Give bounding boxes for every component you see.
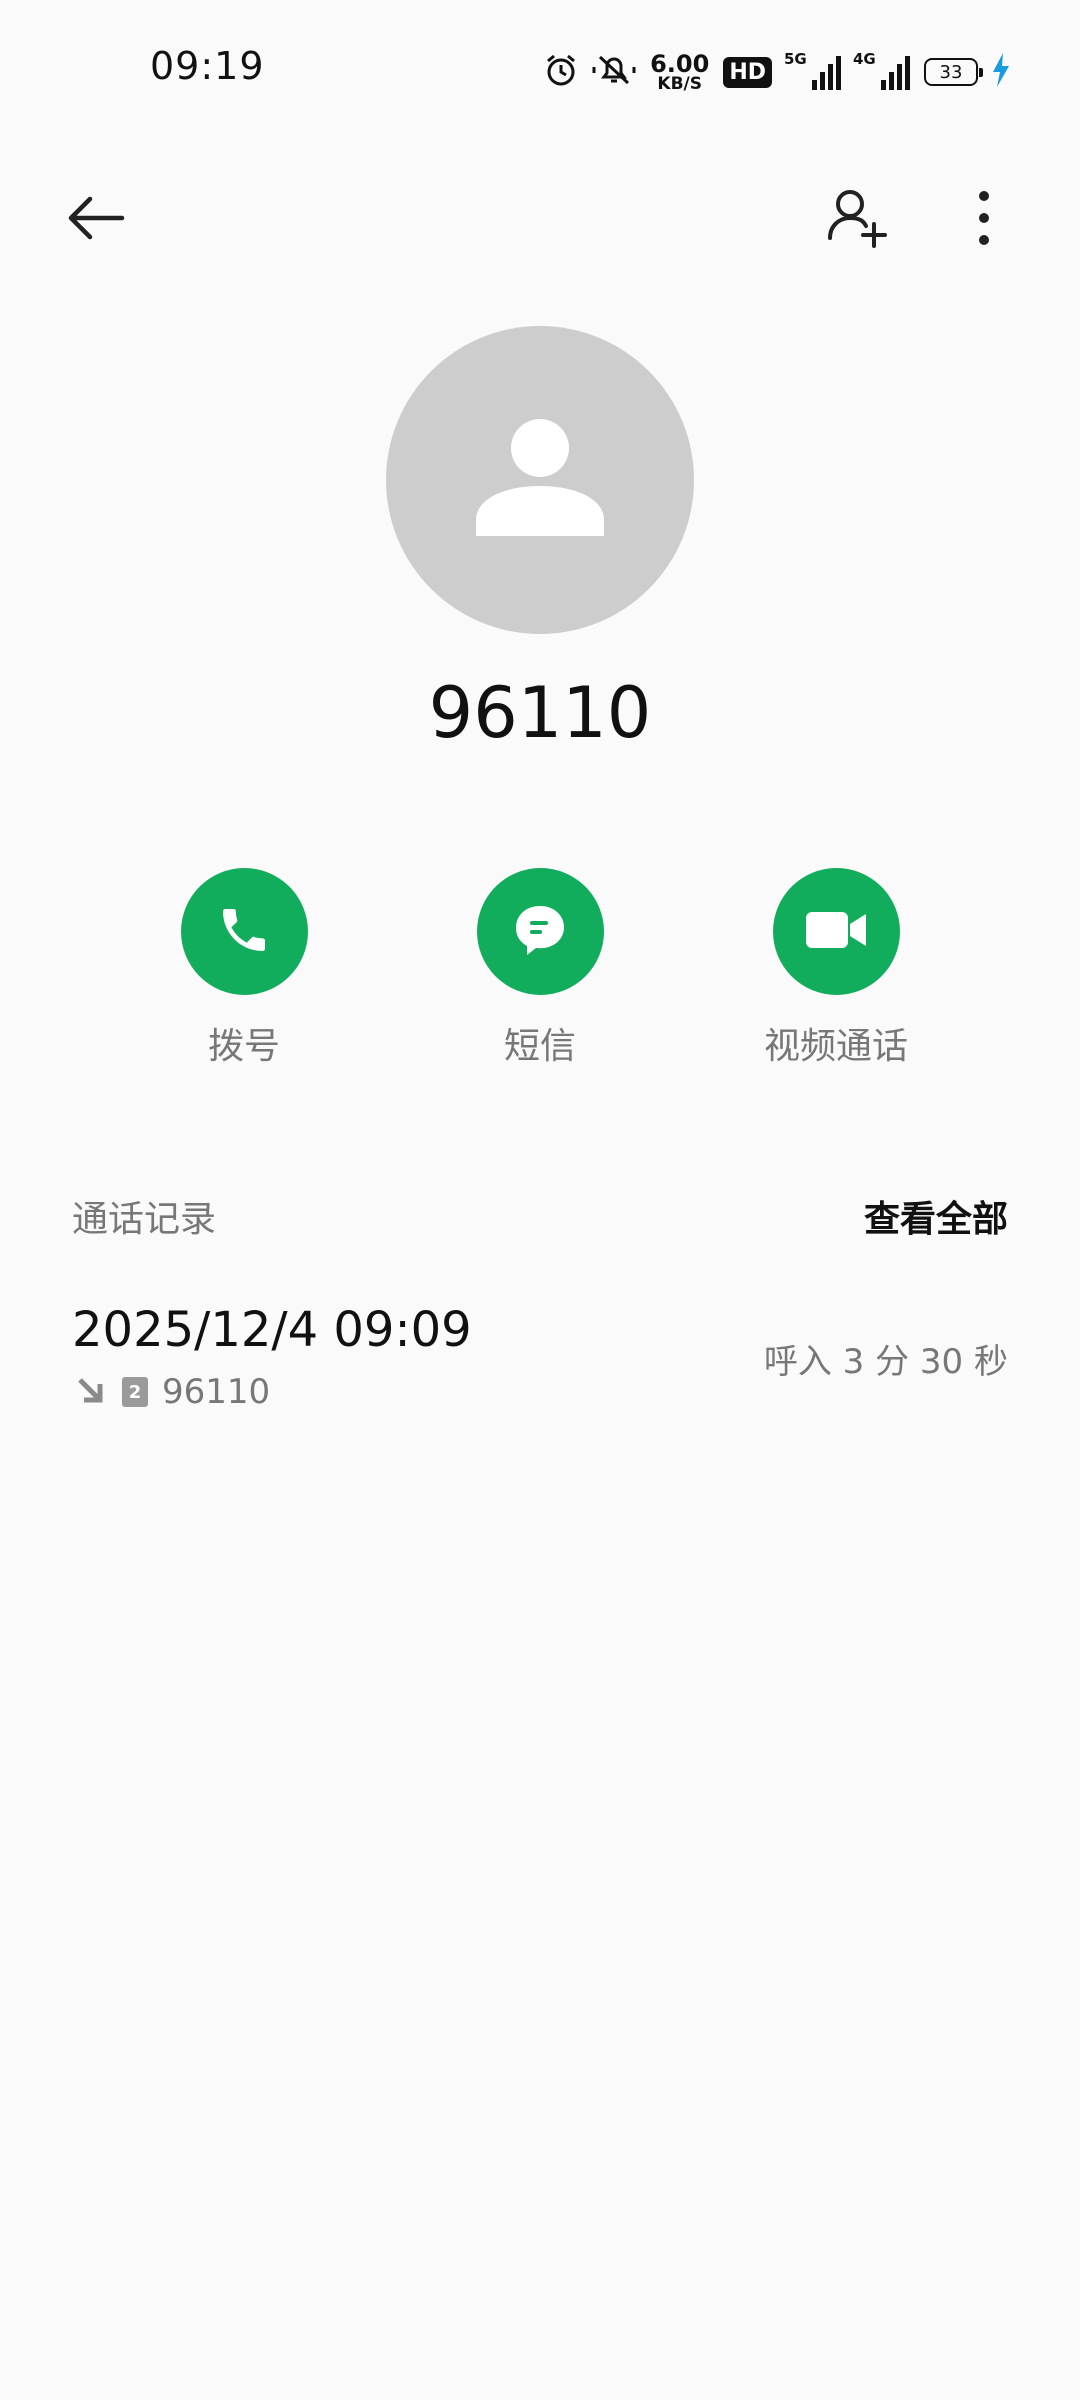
charging-icon: [992, 53, 1010, 91]
call-button[interactable]: [180, 868, 308, 995]
battery-icon: 33: [924, 58, 983, 86]
back-button[interactable]: [56, 180, 136, 260]
message-icon: [511, 901, 569, 963]
network-speed-unit: KB/S: [657, 73, 702, 94]
call-log-title: 通话记录: [72, 1199, 217, 1240]
add-contact-icon: [826, 186, 890, 254]
signal-icon-4g: 4G: [853, 50, 910, 90]
contact-avatar: [386, 326, 694, 634]
call-log-sub: 2 96110: [72, 1372, 270, 1412]
signal-icon-5g: 5G: [784, 50, 841, 90]
video-camera-icon: [804, 908, 868, 956]
more-options-button[interactable]: [944, 180, 1024, 260]
sms-button[interactable]: [476, 868, 604, 995]
contact-number[interactable]: 96110: [0, 672, 1080, 754]
view-all-button[interactable]: 查看全部: [864, 1190, 1008, 1242]
signal-4g-label: 4G: [853, 50, 876, 68]
sms-label: 短信: [503, 1026, 576, 1067]
network-speed-value: 6.00: [650, 49, 710, 78]
incoming-call-arrow-icon: [72, 1372, 108, 1412]
hd-icon: HD: [723, 56, 772, 88]
person-icon: [470, 408, 610, 552]
status-time: 09:19: [150, 44, 265, 88]
call-log-number: 96110: [162, 1372, 271, 1412]
status-icons: 6.00 KB/S HD 5G 4G 33: [544, 50, 1010, 94]
call-log-detail: 呼入 3 分 30 秒: [763, 1342, 1008, 1382]
call-log-item[interactable]: 2025/12/4 09:09 2 96110 呼入 3 分 30 秒: [0, 1290, 1080, 1430]
back-arrow-icon: [66, 193, 126, 247]
call-label: 拨号: [207, 1026, 280, 1067]
video-call-button[interactable]: [772, 868, 900, 995]
video-call-action[interactable]: 视频通话: [726, 868, 946, 1069]
more-vertical-icon: [974, 190, 994, 250]
video-call-label: 视频通话: [763, 1026, 908, 1067]
sim-badge: 2: [122, 1377, 148, 1407]
network-speed: 6.00 KB/S: [650, 52, 709, 93]
sms-action[interactable]: 短信: [430, 868, 650, 1069]
alarm-icon: [544, 53, 578, 91]
call-action[interactable]: 拨号: [134, 868, 354, 1069]
status-bar: 09:19 6.00 KB/S HD 5G 4G 33: [0, 0, 1080, 140]
phone-icon: [216, 902, 272, 962]
mute-icon: [592, 53, 636, 91]
call-log-datetime: 2025/12/4 09:09: [72, 1302, 472, 1358]
signal-5g-label: 5G: [784, 50, 807, 68]
add-contact-button[interactable]: [818, 180, 898, 260]
